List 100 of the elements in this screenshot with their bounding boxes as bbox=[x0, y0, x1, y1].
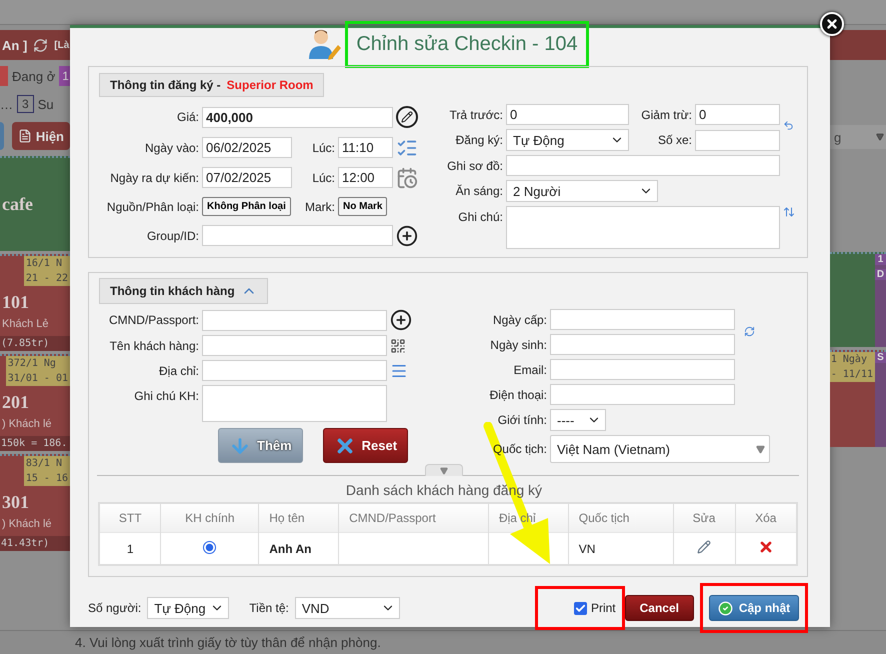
room-name: 101 bbox=[2, 292, 29, 313]
refresh-icon[interactable] bbox=[33, 38, 48, 52]
name-field[interactable] bbox=[202, 335, 387, 356]
field-label: Giảm trừ: bbox=[640, 108, 692, 122]
room-total: (7.85tr) bbox=[0, 336, 70, 351]
id-field[interactable] bbox=[202, 310, 387, 330]
note-field[interactable] bbox=[506, 206, 780, 249]
field-label: Giá: bbox=[176, 110, 199, 124]
gender-select[interactable]: ---- bbox=[550, 409, 606, 431]
cafe-tile[interactable]: 1 D bbox=[830, 252, 886, 347]
nationality-select[interactable]: Việt Nam (Vietnam) bbox=[550, 435, 770, 463]
birth-date-field[interactable] bbox=[550, 334, 735, 355]
update-button[interactable]: Cập nhật bbox=[708, 595, 800, 621]
status-swatch: 1 bbox=[59, 66, 70, 86]
dialog-title: Chỉnh sửa Checkin - 104 bbox=[345, 20, 589, 68]
field-label: Ngày cấp: bbox=[492, 312, 547, 326]
mark-tag[interactable]: No Mark bbox=[338, 197, 388, 216]
source-tag[interactable]: Không Phân loại bbox=[202, 197, 291, 216]
booking-tag: 372/1 Ng 31/01 - 01 bbox=[6, 356, 70, 386]
map-note-field[interactable] bbox=[506, 155, 780, 176]
booking-tag: 1 Ngày - 11/11 bbox=[830, 352, 875, 382]
email-field[interactable] bbox=[550, 359, 735, 380]
room-name: 301 bbox=[2, 492, 29, 513]
issue-date-field[interactable] bbox=[550, 309, 735, 330]
field-label: Ghi chú: bbox=[457, 210, 503, 224]
cafe-tile[interactable]: cafe bbox=[0, 156, 70, 251]
field-label: Ăn sáng: bbox=[454, 184, 503, 198]
field-label: Group/ID: bbox=[146, 228, 199, 243]
close-icon bbox=[825, 17, 839, 31]
reset-button[interactable]: Reset bbox=[322, 428, 408, 463]
column-header: Quốc tịch bbox=[568, 503, 674, 532]
status-badge: D bbox=[875, 269, 886, 280]
column-header: CMND/Passport bbox=[338, 503, 488, 532]
date-field[interactable]: 06/02/2025 bbox=[202, 137, 292, 158]
field-label: Ghi chú KH: bbox=[133, 389, 199, 403]
group-field[interactable] bbox=[202, 225, 393, 246]
table-cell: 1 bbox=[99, 532, 161, 565]
price-field[interactable]: 400,000 bbox=[202, 106, 393, 128]
delete-icon[interactable] bbox=[758, 539, 774, 555]
status-label: Su bbox=[38, 96, 54, 112]
room-name: cafe bbox=[2, 194, 33, 215]
room-tile[interactable]: 16/1 N 21 - 22 101 Khách Lẻ (7.85tr) bbox=[0, 254, 70, 351]
field-label: Lúc: bbox=[311, 140, 335, 155]
currency-select[interactable]: VND bbox=[294, 597, 400, 619]
user-edit-icon bbox=[307, 28, 342, 60]
people-select[interactable]: Tự Động bbox=[147, 597, 230, 619]
field-label: Ghi sơ đồ: bbox=[446, 158, 503, 172]
field-label: Đăng ký: bbox=[454, 133, 503, 147]
check-icon bbox=[718, 600, 733, 616]
field-label: Số xe: bbox=[656, 133, 692, 147]
field-label: Địa chỉ: bbox=[158, 364, 199, 378]
customer-note-field[interactable] bbox=[202, 385, 387, 422]
discount-field[interactable]: 0 bbox=[695, 104, 780, 125]
room-tile[interactable]: 1 Ngày - 11/11 S bbox=[830, 350, 886, 447]
time-field[interactable]: 11:10 bbox=[338, 137, 393, 158]
room-name: 201 bbox=[2, 392, 29, 413]
status-label: Đang ở bbox=[12, 68, 56, 84]
field-label: Ngày sinh: bbox=[489, 338, 547, 352]
booking-tag: 16/1 N 21 - 22 bbox=[24, 256, 70, 286]
section-tab[interactable]: Thông tin khách hàng bbox=[99, 278, 268, 304]
address-field[interactable] bbox=[202, 360, 387, 381]
room-tile[interactable]: 83/1 N 15 - 16 301 ) Khách lé 41.43tr) bbox=[0, 454, 70, 551]
room-type: Superior Room bbox=[226, 78, 314, 92]
time-field[interactable]: 12:00 bbox=[338, 167, 393, 188]
notice-text: 4. Vui lòng xuất trình giấy tờ tùy thân để nhận phòng. bbox=[75, 635, 381, 650]
column-header: STT bbox=[99, 503, 161, 532]
expand-handle[interactable] bbox=[425, 464, 463, 476]
column-header: Xóa bbox=[735, 503, 797, 532]
view-button[interactable]: Hiện bbox=[12, 122, 70, 150]
status-badge: 1 bbox=[875, 254, 886, 265]
room-total: 41.43tr) bbox=[0, 536, 70, 551]
count-box: 3 bbox=[17, 95, 34, 113]
field-label: Tên khách hàng: bbox=[108, 338, 199, 352]
table-cell: VN bbox=[568, 532, 674, 565]
booking-tag: 83/1 N 15 - 16 bbox=[24, 456, 70, 486]
field-label: Mark: bbox=[304, 200, 335, 214]
status-badge: S bbox=[875, 352, 886, 363]
section-title: Thông tin đăng ký - bbox=[110, 78, 221, 92]
header-bar bbox=[830, 30, 886, 60]
room-tile[interactable]: 372/1 Ng 31/01 - 01 201 ) Khách lé 150k = 186. bbox=[0, 354, 70, 451]
checkbox-label: Print bbox=[590, 601, 616, 615]
field-label: CMND/Passport: bbox=[108, 313, 199, 327]
cancel-button[interactable]: Cancel bbox=[624, 595, 694, 621]
registration-select[interactable]: Tự Động bbox=[506, 129, 629, 151]
dropdown-icon bbox=[756, 444, 765, 454]
breakfast-select[interactable]: 2 Người bbox=[506, 180, 658, 202]
field-label: Tiền tệ: bbox=[249, 601, 289, 615]
date-field[interactable]: 07/02/2025 bbox=[202, 167, 292, 188]
primary-radio[interactable] bbox=[203, 540, 216, 554]
prepaid-field[interactable]: 0 bbox=[506, 104, 629, 125]
plate-field[interactable] bbox=[695, 130, 780, 150]
field-label: Điện thoại: bbox=[488, 388, 547, 402]
edit-icon[interactable] bbox=[396, 106, 418, 128]
field-label: Ngày vào: bbox=[144, 140, 199, 155]
guest-type: Khách Lẻ bbox=[2, 318, 48, 330]
phone-field[interactable] bbox=[550, 384, 735, 405]
document-icon bbox=[18, 129, 32, 143]
guest-type: ) Khách lé bbox=[2, 518, 52, 530]
print-checkbox[interactable] bbox=[574, 602, 587, 614]
field-label: Số người: bbox=[88, 601, 142, 615]
